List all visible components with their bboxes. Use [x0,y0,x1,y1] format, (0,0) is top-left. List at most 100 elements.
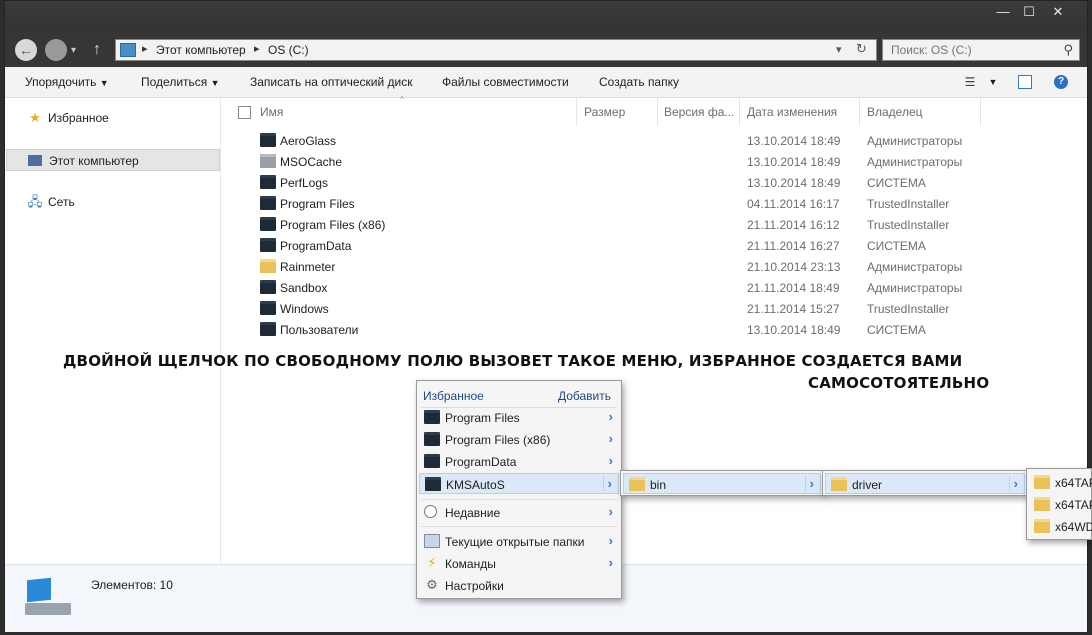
favorites-header: Избранное [423,389,484,403]
file-date: 21.11.2014 15:27 [747,302,840,316]
menu-item-commands[interactable]: ⚡ Команды › [419,553,619,574]
chevron-right-icon: › [608,555,613,570]
search-input[interactable] [883,40,1053,60]
nav-item-favorites[interactable]: ★ Избранное [5,107,219,129]
burn-button[interactable]: Записать на оптический диск [250,75,413,89]
back-button[interactable]: ← [15,39,37,61]
menu-item-recent[interactable]: Недавние › [419,502,619,523]
table-row[interactable]: Program Files (x86) 21.11.2014 16:12 Trust… [222,214,982,235]
table-row[interactable]: MSOCache 13.10.2014 18:49 Администраторы [222,151,982,172]
file-owner: TrustedInstaller [867,218,950,232]
up-arrow-icon[interactable]: ↑ [93,41,101,59]
chevron-right-icon: › [608,431,613,446]
file-name: Пользователи [280,323,359,337]
menu-item-x64tap-2[interactable]: x64TAP [1029,494,1092,515]
search-icon[interactable]: ⚲ [1063,42,1073,58]
file-name: Rainmeter [280,260,336,274]
menu-item-x64wdv[interactable]: x64WDV [1029,516,1092,537]
organize-button[interactable]: Упорядочить ▼ [25,75,109,89]
table-row[interactable]: Windows 21.11.2014 15:27 TrustedInstaller [222,298,982,319]
file-date: 13.10.2014 18:49 [747,176,841,190]
column-version[interactable]: Версия фа... [664,105,734,119]
nav-label: Сеть [48,195,75,209]
close-button[interactable]: ✕ [1045,3,1071,21]
table-row[interactable]: Sandbox 21.11.2014 18:49 Администраторы [222,277,982,298]
menu-item-label: driver [852,478,883,492]
network-icon: 🖧 [27,194,43,209]
maximize-button[interactable]: ☐ [1016,3,1042,21]
share-label: Поделиться [141,75,208,89]
menu-item-open-folders[interactable]: Текущие открытые папки › [419,531,619,552]
chevron-down-icon: ▼ [99,78,109,88]
file-owner: TrustedInstaller [867,197,950,211]
column-divider[interactable] [859,98,860,126]
submenu-kmsautos: bin › [620,470,824,496]
file-owner: Администраторы [867,134,963,148]
table-row[interactable]: Rainmeter 21.10.2014 23:13 Администраторы [222,256,982,277]
column-divider[interactable] [657,98,658,126]
menu-item-driver[interactable]: driver › [825,473,1025,494]
column-divider[interactable] [980,98,981,126]
forward-button[interactable] [45,39,67,61]
menu-item-label: Program Files [445,411,520,425]
table-row[interactable]: Пользователи 13.10.2014 18:49 СИСТЕМА [222,319,982,340]
windows-icon [424,534,440,548]
folder-icon [260,133,276,147]
minimize-button[interactable]: — [990,3,1016,21]
address-dropdown-icon[interactable]: ▾ [836,43,842,56]
menu-item-bin[interactable]: bin › [623,473,821,494]
new-folder-button[interactable]: Создать папку [599,75,679,89]
breadcrumb-separator-icon[interactable]: ▸ [254,42,260,55]
column-modified[interactable]: Дата изменения [747,105,837,119]
chevron-down-icon[interactable]: ▼ [985,74,1001,90]
file-name: Sandbox [280,281,328,295]
nav-item-network[interactable]: 🖧 Сеть [5,191,219,213]
menu-item-x64tap-1[interactable]: x64TAP [1029,472,1092,493]
nav-item-this-pc[interactable]: Этот компьютер [6,149,220,171]
menu-separator [421,526,617,527]
menu-item-label: Настройки [445,579,504,593]
preview-pane-icon[interactable] [1018,75,1032,89]
drive-icon [25,577,73,617]
table-row[interactable]: PerfLogs 13.10.2014 18:49 СИСТЕМА [222,172,982,193]
address-field[interactable]: ▸ Этот компьютер ▸ OS (C:) ▾ ↻ [115,39,877,61]
column-owner[interactable]: Владелец [867,105,923,119]
menu-item-kmsautos[interactable]: KMSAutoS › [419,473,619,494]
chevron-right-icon: › [608,504,613,519]
nav-label: Этот компьютер [49,154,139,168]
share-button[interactable]: Поделиться ▼ [141,75,220,89]
menu-item-program-files-x86[interactable]: Program Files (x86) › [419,429,619,450]
recent-locations-icon[interactable]: ▾ [71,45,76,56]
column-header-row: ^ Имя Размер Версия фа... Дата изменения… [222,95,1089,126]
menu-item-settings[interactable]: ⚙ Настройки [419,575,619,596]
menu-item-label: Недавние [445,506,501,520]
table-row[interactable]: Program Files 04.11.2014 16:17 TrustedInst… [222,193,982,214]
file-date: 04.11.2014 16:17 [747,197,840,211]
table-row[interactable]: AeroGlass 13.10.2014 18:49 Администраторы [222,130,982,151]
select-all-checkbox[interactable] [238,106,251,119]
breadcrumb-this-pc[interactable]: Этот компьютер [156,43,246,57]
column-divider[interactable] [739,98,740,126]
breadcrumb-os-c[interactable]: OS (C:) [268,43,309,57]
table-row[interactable]: ProgramData 21.11.2014 16:27 СИСТЕМА [222,235,982,256]
breadcrumb-separator-icon[interactable]: ▸ [142,42,148,55]
file-date: 21.10.2014 23:13 [747,260,841,274]
file-name: PerfLogs [280,176,329,190]
folder-icon [260,322,276,336]
menu-item-program-files[interactable]: Program Files › [419,407,619,428]
folder-icon [424,432,440,446]
column-name[interactable]: Имя [260,105,283,119]
file-name: MSOCache [280,155,343,169]
folder-icon [424,454,440,468]
menu-item-programdata[interactable]: ProgramData › [419,451,619,472]
search-box[interactable]: ⚲ [882,39,1080,61]
clock-icon [424,505,437,518]
column-divider[interactable] [576,98,577,126]
compat-files-button[interactable]: Файлы совместимости [442,75,569,89]
add-favorite-button[interactable]: Добавить [558,389,611,403]
view-options-icon[interactable]: ☰ [962,74,978,90]
chevron-right-icon: › [608,409,613,424]
refresh-icon[interactable]: ↻ [856,41,867,57]
help-icon[interactable]: ? [1054,75,1068,89]
column-size[interactable]: Размер [584,105,625,119]
